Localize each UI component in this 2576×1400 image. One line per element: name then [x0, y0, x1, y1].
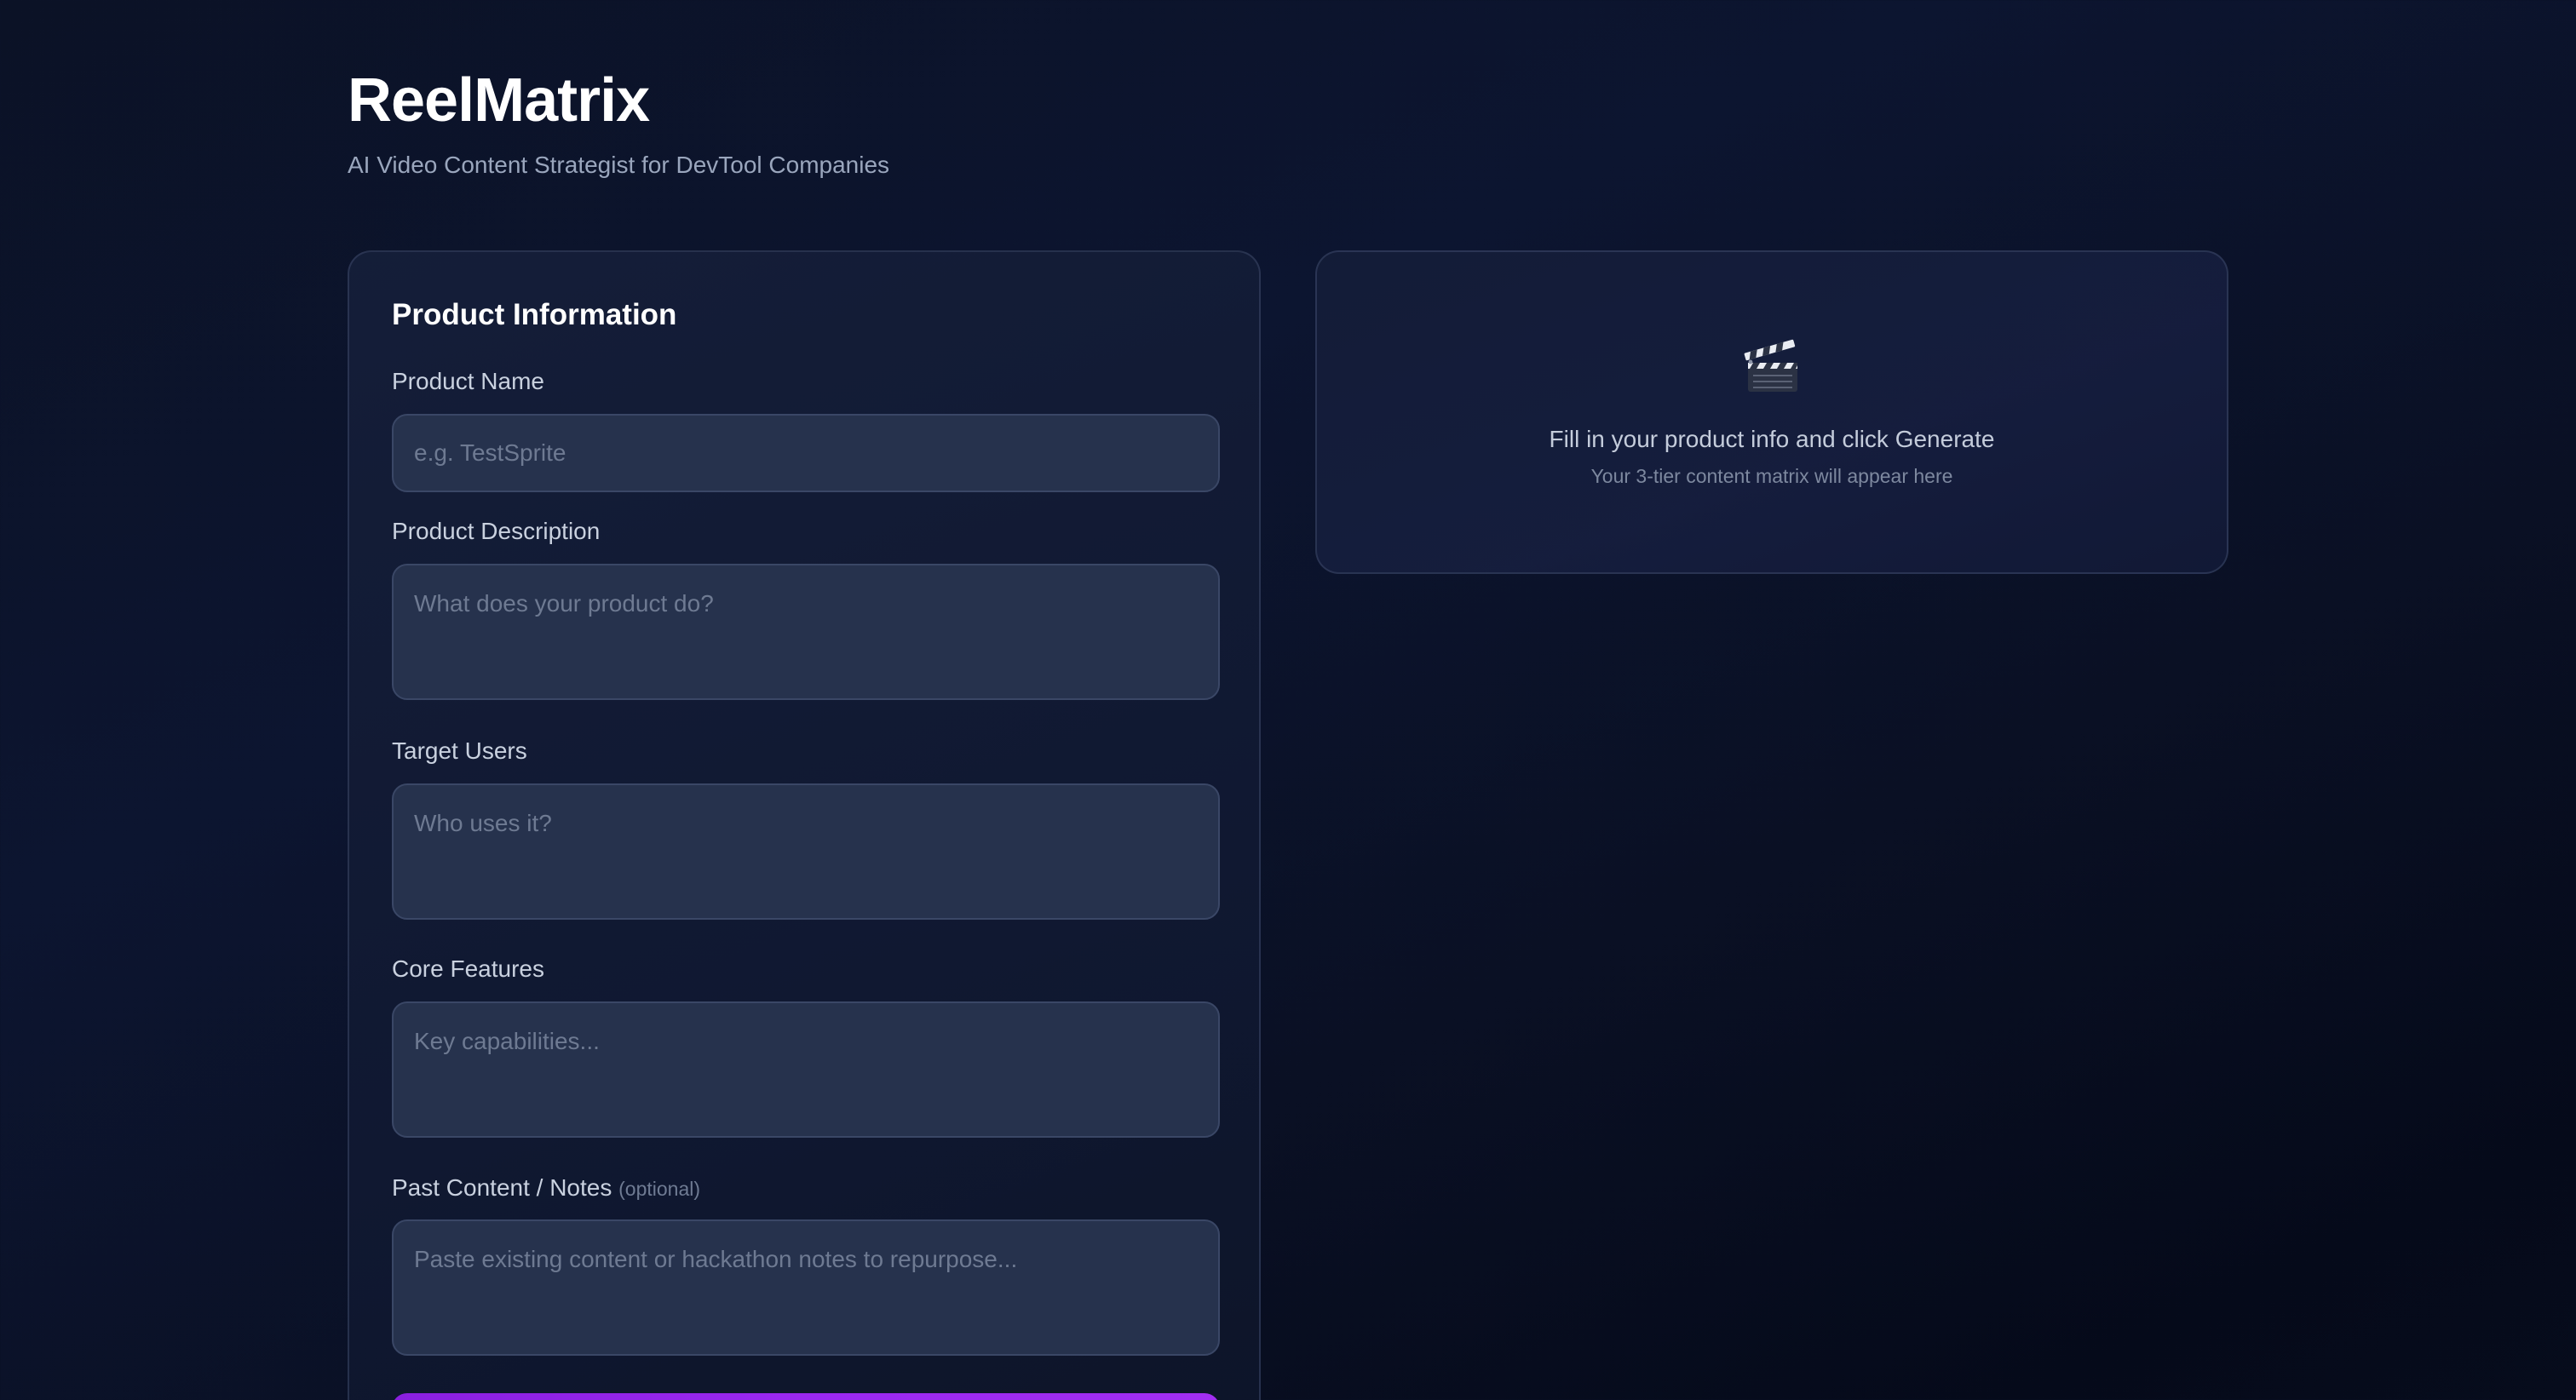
- clapperboard-icon: [1744, 339, 1797, 392]
- app-title: ReelMatrix: [348, 66, 650, 135]
- optional-tag: (optional): [618, 1178, 701, 1200]
- product-name-label: Product Name: [392, 368, 544, 394]
- past-content-label-text: Past Content / Notes: [392, 1174, 612, 1201]
- content-matrix-panel: Fill in your product info and click Gene…: [1315, 250, 2228, 574]
- core-features-label: Core Features: [392, 955, 544, 982]
- generate-button[interactable]: [392, 1393, 1220, 1400]
- product-description-input[interactable]: [392, 564, 1220, 700]
- target-users-label: Target Users: [392, 737, 527, 764]
- app-subtitle: AI Video Content Strategist for DevTool …: [348, 152, 890, 178]
- product-description-label: Product Description: [392, 518, 601, 544]
- product-info-form: Product Information Product Name Product…: [348, 250, 1261, 1400]
- past-content-label: Past Content / Notes (optional): [392, 1174, 700, 1202]
- core-features-input[interactable]: [392, 1001, 1220, 1138]
- section-title: Product Information: [392, 298, 677, 331]
- product-name-input[interactable]: [392, 414, 1220, 492]
- empty-state-subtitle: Your 3-tier content matrix will appear h…: [1590, 465, 1953, 487]
- past-content-input[interactable]: [392, 1219, 1220, 1356]
- empty-state-title: Fill in your product info and click Gene…: [1549, 426, 1995, 452]
- target-users-input[interactable]: [392, 783, 1220, 920]
